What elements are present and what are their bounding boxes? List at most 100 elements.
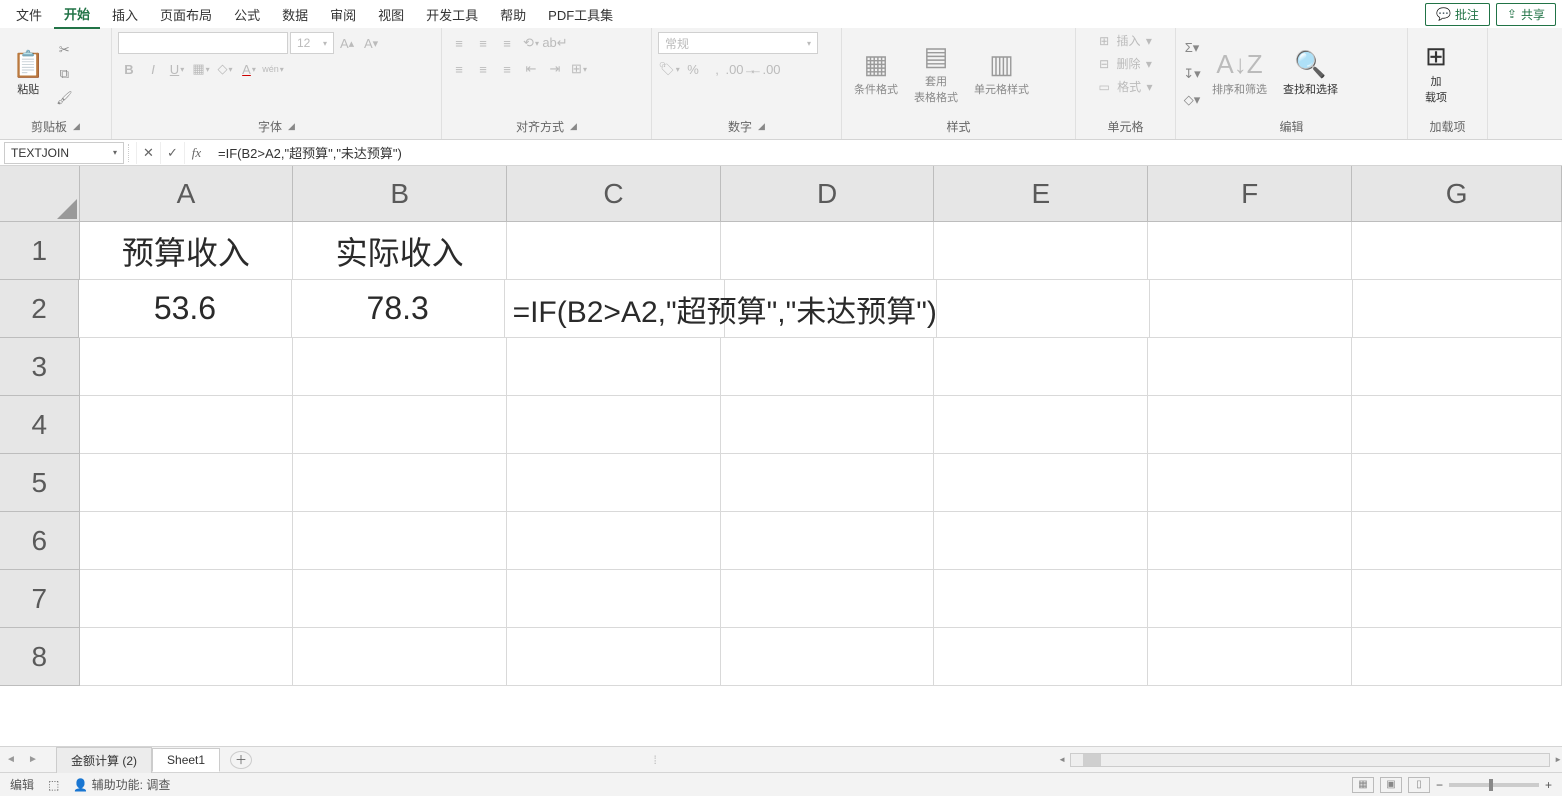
scrollbar-thumb[interactable]: [1083, 754, 1101, 766]
fill-color-button[interactable]: ◇▾: [214, 58, 236, 80]
row-header-2[interactable]: 2: [0, 280, 79, 338]
cell-F8[interactable]: [1148, 628, 1352, 686]
row-header-7[interactable]: 7: [0, 570, 80, 628]
menu-formulas[interactable]: 公式: [224, 1, 270, 28]
cell-E3[interactable]: [934, 338, 1148, 396]
dialog-launcher-icon[interactable]: ◢: [570, 121, 577, 132]
font-name-combo[interactable]: [118, 32, 288, 54]
sheet-nav-next[interactable]: ►: [22, 754, 44, 765]
sheet-tab-1[interactable]: Sheet1: [152, 748, 220, 772]
cell-D4[interactable]: [721, 396, 935, 454]
bold-button[interactable]: B: [118, 58, 140, 80]
menu-file[interactable]: 文件: [6, 1, 52, 28]
menu-data[interactable]: 数据: [272, 1, 318, 28]
align-left-button[interactable]: ≡: [448, 58, 470, 80]
clear-button[interactable]: ◇▾: [1182, 90, 1202, 110]
zoom-out-button[interactable]: −: [1436, 778, 1443, 792]
menu-help[interactable]: 帮助: [490, 1, 536, 28]
cell-B8[interactable]: [293, 628, 507, 686]
cell-D6[interactable]: [721, 512, 935, 570]
accessibility-status[interactable]: 👤 辅助功能: 调查: [73, 776, 170, 793]
phonetic-button[interactable]: wén▾: [262, 58, 284, 80]
view-pagebreak-button[interactable]: ▯: [1408, 777, 1430, 793]
dialog-launcher-icon[interactable]: ◢: [758, 121, 765, 132]
cell-E7[interactable]: [934, 570, 1148, 628]
col-header-D[interactable]: D: [721, 166, 935, 222]
row-header-5[interactable]: 5: [0, 454, 80, 512]
format-cells-button[interactable]: ▭ 格式 ▾: [1098, 78, 1152, 95]
underline-button[interactable]: U▾: [166, 58, 188, 80]
cell-A6[interactable]: [80, 512, 294, 570]
format-painter-button[interactable]: 🖌: [54, 88, 74, 108]
row-header-6[interactable]: 6: [0, 512, 80, 570]
sort-filter-button[interactable]: A↓Z排序和筛选: [1206, 47, 1273, 101]
cell-C6[interactable]: [507, 512, 721, 570]
copy-button[interactable]: ⧉: [54, 64, 74, 84]
decrease-font-button[interactable]: A▾: [360, 32, 382, 54]
col-header-B[interactable]: B: [293, 166, 507, 222]
cell-G7[interactable]: [1352, 570, 1562, 628]
cell-B4[interactable]: [293, 396, 507, 454]
cell-C4[interactable]: [507, 396, 721, 454]
percent-button[interactable]: %: [682, 58, 704, 80]
table-format-button[interactable]: ▤套用 表格格式: [908, 39, 964, 109]
row-header-3[interactable]: 3: [0, 338, 80, 396]
zoom-slider[interactable]: [1449, 783, 1539, 787]
zoom-in-button[interactable]: +: [1545, 778, 1552, 792]
cut-button[interactable]: ✂: [54, 40, 74, 60]
orientation-button[interactable]: ⟲▾: [520, 32, 542, 54]
cell-A1[interactable]: 预算收入: [80, 222, 294, 280]
decrease-indent-button[interactable]: ⇤: [520, 58, 542, 80]
cell-C8[interactable]: [507, 628, 721, 686]
menu-devtools[interactable]: 开发工具: [416, 1, 488, 28]
cell-G3[interactable]: [1352, 338, 1562, 396]
cell-E4[interactable]: [934, 396, 1148, 454]
align-top-button[interactable]: ≡: [448, 32, 470, 54]
spreadsheet-grid[interactable]: A B C D E F G 1预算收入实际收入253.678.3=IF(B2>A…: [0, 166, 1562, 746]
scroll-left-arrow[interactable]: ◄: [1058, 755, 1066, 764]
accept-formula-button[interactable]: ✓: [160, 142, 184, 164]
view-normal-button[interactable]: ▦: [1352, 777, 1374, 793]
cell-styles-button[interactable]: ▥单元格样式: [968, 47, 1035, 101]
align-bottom-button[interactable]: ≡: [496, 32, 518, 54]
cell-F7[interactable]: [1148, 570, 1352, 628]
cell-B6[interactable]: [293, 512, 507, 570]
dialog-launcher-icon[interactable]: ◢: [73, 121, 80, 132]
col-header-E[interactable]: E: [934, 166, 1148, 222]
currency-button[interactable]: 🏷▾: [658, 58, 680, 80]
cell-G2[interactable]: [1353, 280, 1562, 338]
sheet-nav-prev[interactable]: ◄: [0, 754, 22, 765]
row-header-4[interactable]: 4: [0, 396, 80, 454]
menu-review[interactable]: 审阅: [320, 1, 366, 28]
menu-insert[interactable]: 插入: [102, 1, 148, 28]
conditional-format-button[interactable]: ▦条件格式: [848, 47, 904, 101]
cell-E5[interactable]: [934, 454, 1148, 512]
formula-input[interactable]: =IF(B2>A2,"超预算","未达预算"): [208, 143, 1562, 162]
col-header-C[interactable]: C: [507, 166, 721, 222]
menu-home[interactable]: 开始: [54, 0, 100, 29]
decrease-decimal-button[interactable]: ←.00: [754, 58, 776, 80]
cell-B7[interactable]: [293, 570, 507, 628]
row-header-8[interactable]: 8: [0, 628, 80, 686]
name-box[interactable]: TEXTJOIN ▾: [4, 142, 124, 164]
addins-button[interactable]: ⊞加 载项: [1414, 39, 1458, 109]
cell-D3[interactable]: [721, 338, 935, 396]
delete-cells-button[interactable]: ⊟ 删除 ▾: [1099, 55, 1152, 72]
share-button[interactable]: ⇪ 共享: [1496, 3, 1556, 26]
cell-B5[interactable]: [293, 454, 507, 512]
paste-button[interactable]: 📋 粘贴: [6, 47, 50, 101]
align-right-button[interactable]: ≡: [496, 58, 518, 80]
select-all-corner[interactable]: [0, 166, 80, 222]
cell-B3[interactable]: [293, 338, 507, 396]
menu-pdf[interactable]: PDF工具集: [538, 1, 623, 28]
cell-A2[interactable]: 53.6: [79, 280, 292, 338]
border-button[interactable]: ▦▾: [190, 58, 212, 80]
wrap-text-button[interactable]: ab↵: [544, 32, 566, 54]
cell-D1[interactable]: [721, 222, 935, 280]
cell-A4[interactable]: [80, 396, 294, 454]
cell-E1[interactable]: [934, 222, 1148, 280]
cell-C7[interactable]: [507, 570, 721, 628]
menu-pagelayout[interactable]: 页面布局: [150, 1, 222, 28]
cell-G4[interactable]: [1352, 396, 1562, 454]
cell-G8[interactable]: [1352, 628, 1562, 686]
